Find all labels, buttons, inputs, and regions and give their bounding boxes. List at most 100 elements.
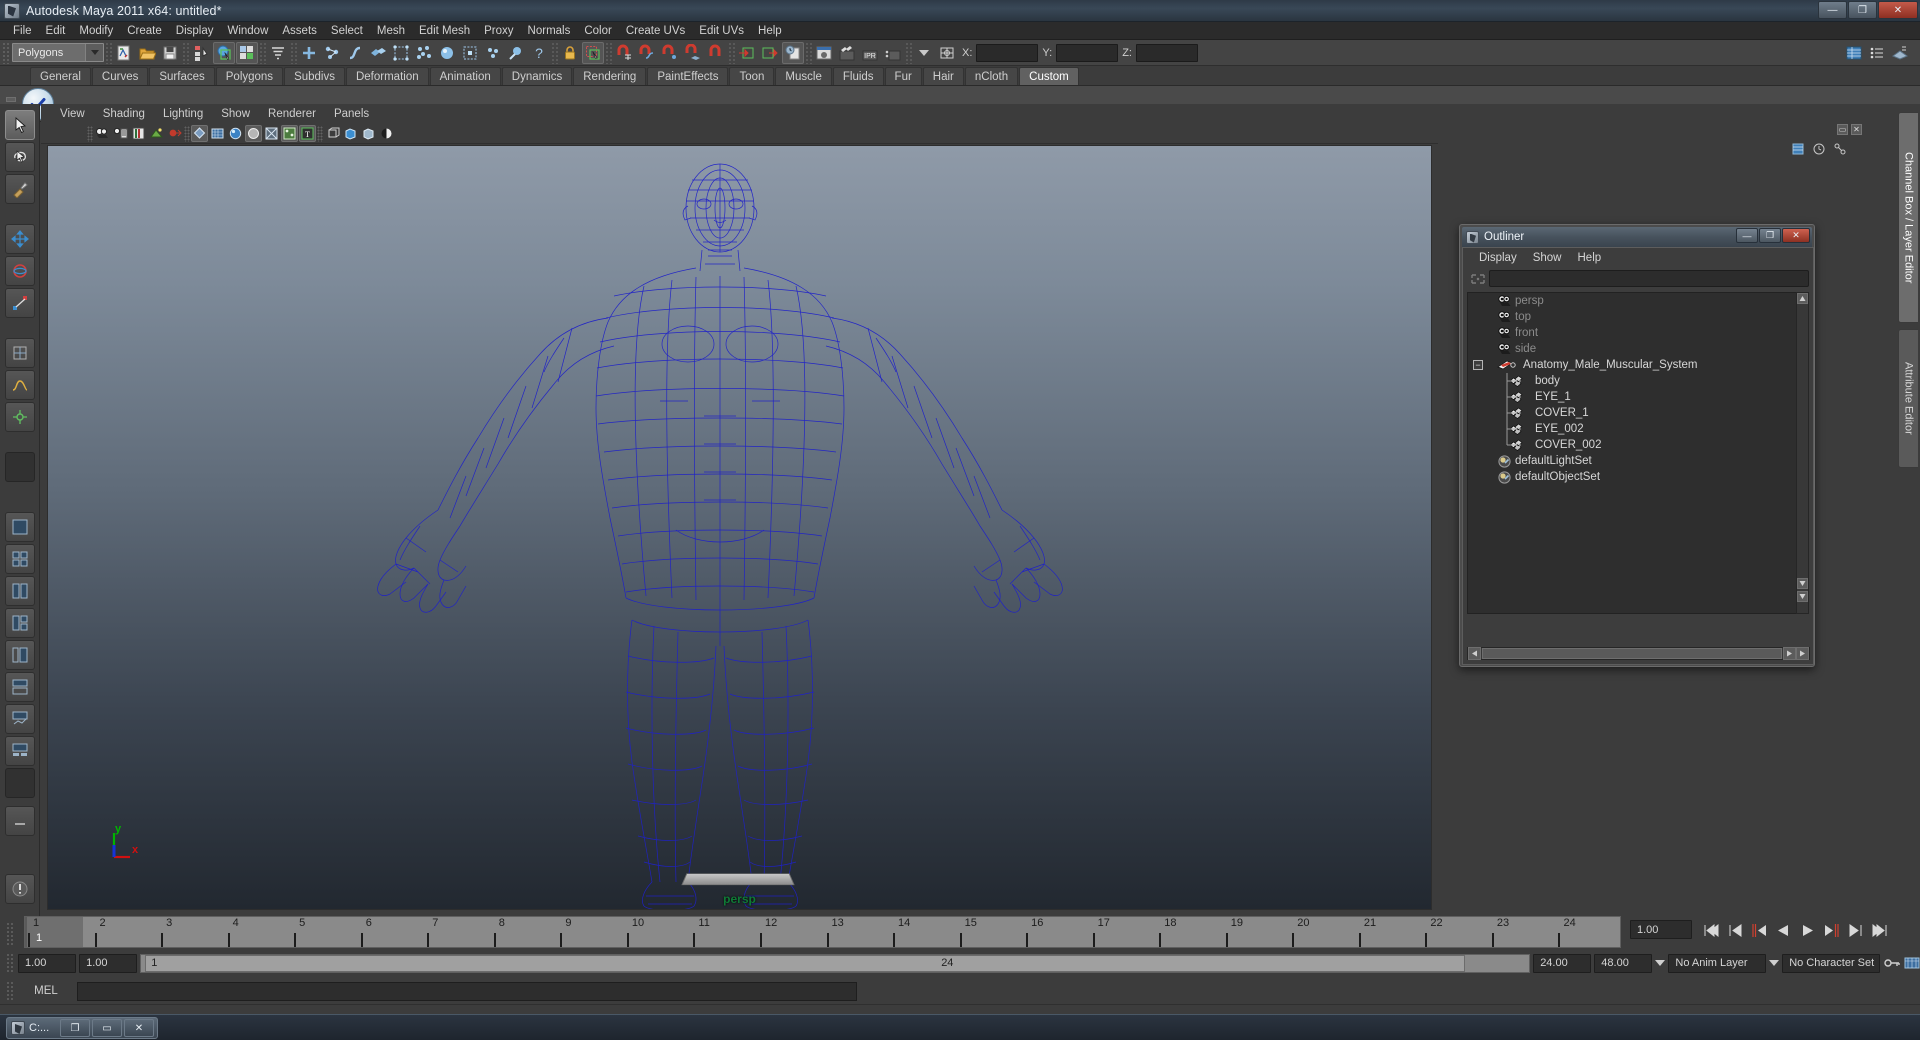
scroll-right-arrow-1[interactable] [1783,647,1796,660]
output-connections-icon[interactable] [759,42,781,64]
three-pane-layout[interactable] [4,608,35,638]
persp-outliner-layout[interactable] [4,640,35,670]
step-forward-key-icon[interactable] [1844,920,1867,940]
outliner-menu-help[interactable]: Help [1570,252,1610,264]
question-icon[interactable]: ? [528,42,550,64]
outliner-search-input[interactable] [1489,270,1809,287]
range-start-field[interactable]: 1.00 [18,953,77,973]
range-slider[interactable]: 1 24 [140,953,1531,973]
scale-tool[interactable] [4,288,35,318]
shelf-tab-muscle[interactable]: Muscle [775,67,832,85]
tool-settings-icon[interactable] [1889,42,1911,64]
shadow-icon[interactable] [324,125,341,142]
taskbar-item[interactable]: C:... ❐ ▭ ✕ [6,1017,158,1039]
shelf-tab-rendering[interactable]: Rendering [573,67,647,85]
textured-icon[interactable]: T [299,125,316,142]
outliner-item[interactable]: COVER_002 [1468,437,1796,453]
outliner-minimize-button[interactable]: — [1736,228,1758,243]
command-line-input[interactable] [77,981,857,1001]
menu-item-color[interactable]: Color [577,24,618,38]
save-scene-icon[interactable] [159,42,181,64]
menu-item-edit-uvs[interactable]: Edit UVs [692,24,751,38]
outliner-close-button[interactable]: ✕ [1782,228,1810,243]
scroll-down-arrow[interactable] [1797,578,1808,589]
viewport-toolbar-grip[interactable] [87,125,93,142]
x-field[interactable] [976,43,1039,62]
transform-field-mode-icon[interactable] [936,42,958,64]
go-to-end-icon[interactable] [1868,920,1891,940]
taskbar-restore-button[interactable]: ❐ [60,1019,90,1037]
range-grip[interactable] [6,953,13,973]
step-back-key-icon[interactable] [1724,920,1747,940]
outliner-window[interactable]: Outliner — ❐ ✕ Display Show Help persp top f… [1459,224,1815,667]
right-tab-attribute-editor[interactable]: Attribute Editor [1898,329,1918,469]
persp-trax-layout[interactable] [4,736,35,766]
snap-to-curve-icon[interactable] [636,42,658,64]
book-icon[interactable] [130,125,147,142]
persp-graph-layout[interactable] [4,704,35,734]
menu-item-modify[interactable]: Modify [72,24,120,38]
h-scroll-thumb[interactable] [1482,648,1782,659]
rotate-tool[interactable] [4,256,35,286]
channel-box-link-icon[interactable] [1831,140,1848,157]
select-misc-icon[interactable] [482,42,504,64]
shelf-tab-deformation[interactable]: Deformation [345,67,429,85]
range-slider-thumb[interactable] [145,954,1466,972]
mask-icon[interactable] [267,42,289,64]
menu-item-assets[interactable]: Assets [275,24,324,38]
menu-item-window[interactable]: Window [220,24,275,38]
snap-to-plane-icon[interactable] [682,42,704,64]
select-paint-icon[interactable] [505,42,527,64]
step-back-frame-icon[interactable] [1748,920,1771,940]
select-curve-icon[interactable] [321,42,343,64]
show-manipulator-tool[interactable] [4,402,35,432]
panel-close-icon[interactable]: ✕ [1851,124,1862,135]
viewport-menu-lighting[interactable]: Lighting [154,108,212,120]
outliner-item[interactable]: − Anatomy_Male_Muscular_System [1468,357,1796,373]
menu-item-proxy[interactable]: Proxy [477,24,520,38]
move-tool[interactable] [4,224,35,254]
select-object-icon[interactable] [213,41,235,64]
hypershade-layout[interactable] [4,672,35,702]
y-field[interactable] [1056,43,1119,62]
minimize-button[interactable]: — [1818,1,1847,19]
last-tool-used[interactable] [4,452,35,482]
range-end-field[interactable]: 48.00 [1594,953,1653,973]
viewport-menu-show[interactable]: Show [212,108,259,120]
taskbar-close-button[interactable]: ✕ [124,1019,154,1037]
menu-item-edit[interactable]: Edit [39,24,73,38]
menu-set-selector[interactable]: Polygons [12,43,104,62]
paint-select-tool[interactable] [4,174,35,204]
shelf-tab-dynamics[interactable]: Dynamics [501,67,573,85]
character-set-field[interactable]: No Character Set [1782,953,1880,973]
image-plane-icon[interactable] [148,125,165,142]
shelf-tab-general[interactable]: General [30,67,91,85]
maximize-button[interactable]: ❐ [1848,1,1877,19]
outliner-menu-display[interactable]: Display [1471,252,1525,264]
shelf-tab-custom[interactable]: Custom [1019,67,1079,85]
select-camera-icon[interactable] [94,125,111,142]
snap-to-point-icon[interactable] [659,42,681,64]
chevron-down-icon[interactable] [1655,960,1666,966]
menu-item-mesh[interactable]: Mesh [370,24,412,38]
select-nurbs-icon[interactable] [459,42,481,64]
shelf-tab-polygons[interactable]: Polygons [215,67,284,85]
outliner-horizontal-scrollbar[interactable] [1467,647,1810,660]
anim-layer-field[interactable]: No Anim Layer [1668,953,1767,973]
shelf-tab-animation[interactable]: Animation [429,67,501,85]
select-dynamic-icon[interactable] [413,42,435,64]
select-deform-icon[interactable] [390,42,412,64]
select-tool[interactable] [4,110,35,140]
single-pane-layout[interactable] [4,512,35,542]
menu-item-normals[interactable]: Normals [521,24,578,38]
viewport-menu-panels[interactable]: Panels [325,108,378,120]
shelf-tab-toon[interactable]: Toon [729,67,775,85]
scroll-up-arrow[interactable] [1797,293,1808,304]
outliner-title-bar[interactable]: Outliner — ❐ ✕ [1462,227,1812,247]
chevron-down-icon[interactable] [85,44,103,61]
outliner-item[interactable]: top [1468,309,1796,325]
perspective-viewport[interactable]: y x persp [47,145,1432,910]
menu-item-display[interactable]: Display [169,24,221,38]
outliner-item[interactable]: body [1468,373,1796,389]
close-button[interactable]: ✕ [1878,1,1918,19]
